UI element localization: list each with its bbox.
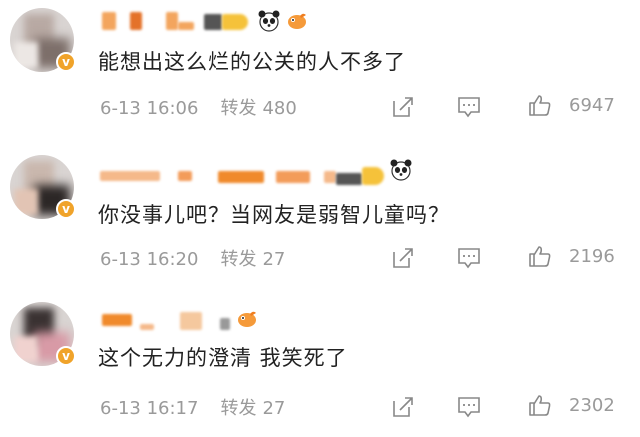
repost-label[interactable]: 转发	[220, 249, 256, 270]
comment-item: v 你没事儿吧？当网友是弱智儿童吗？ 6-13 16:20 转发 27 2196	[0, 145, 640, 290]
panda-icon	[258, 10, 280, 32]
like-count: 2196	[569, 246, 615, 267]
comment-meta: 6-13 16:17 转发 27	[100, 394, 285, 420]
comment-icon[interactable]	[457, 246, 481, 270]
repost-count: 27	[262, 249, 286, 270]
goldfish-icon	[238, 311, 256, 327]
repost-label[interactable]: 转发	[220, 398, 256, 419]
share-icon[interactable]	[391, 95, 415, 119]
repost-count: 480	[262, 98, 297, 119]
like-icon[interactable]	[528, 93, 552, 117]
goldfish-icon	[288, 13, 306, 29]
comment-meta: 6-13 16:20 转发 27	[100, 245, 285, 271]
comment-item: v 能想出这么烂的公关的人不多了 6-13 16:06 转发 480 6947	[0, 0, 640, 145]
verified-badge-icon: v	[56, 52, 76, 72]
repost-label[interactable]: 转发	[220, 98, 256, 119]
comment-meta: 6-13 16:06 转发 480	[100, 94, 297, 120]
comment-text: 你没事儿吧？当网友是弱智儿童吗？	[98, 203, 450, 227]
verified-badge-icon: v	[56, 199, 76, 219]
comment-icon[interactable]	[457, 395, 481, 419]
like-icon[interactable]	[528, 393, 552, 417]
share-icon[interactable]	[391, 246, 415, 270]
comment-item: v 这个无力的澄清 我笑死了 6-13 16:17 转发 27 2302	[0, 290, 640, 437]
timestamp: 6-13 16:06	[100, 98, 199, 119]
panda-icon	[390, 159, 412, 181]
verified-badge-icon: v	[56, 346, 76, 366]
comment-text: 能想出这么烂的公关的人不多了	[98, 50, 406, 74]
repost-count: 27	[262, 398, 286, 419]
share-icon[interactable]	[391, 395, 415, 419]
comment-text: 这个无力的澄清 我笑死了	[98, 346, 348, 370]
like-icon[interactable]	[528, 244, 552, 268]
comment-icon[interactable]	[457, 95, 481, 119]
like-count: 6947	[569, 95, 615, 116]
like-count: 2302	[569, 395, 615, 416]
timestamp: 6-13 16:17	[100, 398, 199, 419]
timestamp: 6-13 16:20	[100, 249, 199, 270]
